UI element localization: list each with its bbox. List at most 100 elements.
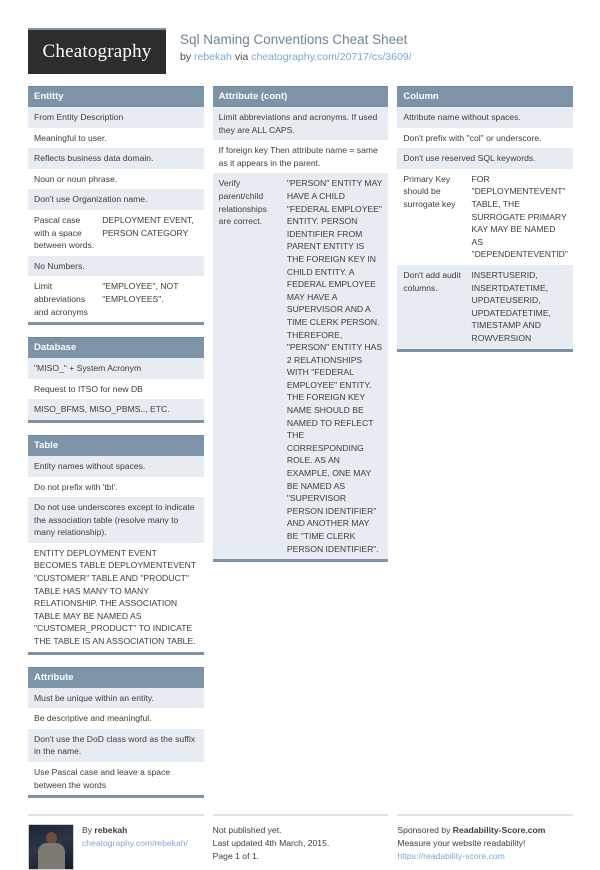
cheatsheet-page: Cheatography Sql Naming Conventions Chea… bbox=[28, 28, 574, 870]
section-header: Entitty bbox=[28, 86, 204, 107]
row-value: FOR "DEPLOYMENTEVENT" TABLE, THE SURROGA… bbox=[471, 173, 568, 260]
table-row: Attribute name without spaces. bbox=[397, 107, 574, 128]
section-header: Table bbox=[28, 434, 204, 456]
table-row: ENTITY DEPLOYMENT EVENT BECOMES TABLE DE… bbox=[28, 542, 204, 652]
table-row: Meaningful to user. bbox=[28, 127, 204, 149]
footer-by-prefix: By bbox=[82, 825, 95, 836]
row-text: Don't use the DoD class word as the suff… bbox=[34, 733, 196, 757]
table-row: MISO_BFMS, MISO_PBMS.., ETC. bbox=[28, 399, 204, 420]
row-text: MISO_BFMS, MISO_PBMS.., ETC. bbox=[34, 404, 170, 415]
row-label: Pascal case with a space between words. bbox=[34, 214, 95, 251]
sponsor-line: Sponsored by Readability-Score.com bbox=[397, 824, 545, 837]
sponsor-url[interactable]: https://readability-score.com bbox=[397, 850, 545, 863]
table-row: Must be unique within an entity. bbox=[28, 687, 204, 709]
table-row: Don't prefix with "col" or underscore. bbox=[397, 127, 574, 149]
table-row: If foreign key Then attribute name = sam… bbox=[212, 140, 389, 174]
table-row: Use Pascal case and leave a space betwee… bbox=[28, 762, 204, 796]
row-label: Primary Key should be surrogate key bbox=[403, 173, 456, 209]
row-text: Noun or noun phrase. bbox=[34, 173, 118, 184]
row-text: "MISO_" + System Acronym bbox=[34, 363, 142, 374]
section-block: Entitty From Entity Description Meaningful… bbox=[28, 86, 204, 326]
table-row: Entity names without spaces. bbox=[28, 455, 204, 477]
sponsor-name[interactable]: Readability-Score.com bbox=[453, 825, 546, 835]
row-text: No Numbers. bbox=[34, 260, 85, 271]
section-header: Attribute (cont) bbox=[212, 86, 389, 107]
section-header: Column bbox=[397, 86, 574, 107]
table-row: Primary Key should be surrogate key FOR "… bbox=[397, 168, 574, 265]
row-text: Do not use underscores except to indicat… bbox=[34, 502, 195, 538]
footer-author-url[interactable]: cheatography.com/rebekah/ bbox=[82, 837, 188, 850]
row-value: "PERSON" ENTITY MAY HAVE A CHILD "FEDERA… bbox=[286, 178, 383, 554]
sponsor-tagline: Measure your website readability! bbox=[397, 838, 526, 849]
row-text: Be descriptive and meaningful. bbox=[34, 713, 152, 724]
byline-prefix: by bbox=[180, 51, 195, 63]
table-row: Be descriptive and meaningful. bbox=[28, 708, 204, 729]
footer-author-meta: By rebekah cheatography.com/rebekah/ bbox=[82, 824, 188, 870]
section-block: Table Entity names without spaces. Do not … bbox=[28, 434, 204, 655]
section-block: Column Attribute name without spaces. Don'… bbox=[397, 86, 574, 352]
section-block: Attribute (cont) Limit abbreviations and … bbox=[212, 86, 389, 563]
table-row: From Entity Description bbox=[28, 107, 204, 128]
byline: by rebekah via cheatography.com/20717/cs… bbox=[180, 50, 412, 65]
row-value: "EMPLOYEE", NOT "EMPLOYEES". bbox=[102, 281, 179, 304]
publish-status: Not published yet. bbox=[212, 825, 282, 836]
table-row: Don't use Organization name. bbox=[28, 189, 204, 210]
row-value: INSERTUSERID, INSERTDATETIME, UPDATEUSER… bbox=[471, 269, 551, 343]
avatar bbox=[28, 824, 74, 870]
row-text: Must be unique within an entity. bbox=[34, 692, 154, 703]
row-text: Don't use Organization name. bbox=[34, 194, 148, 205]
table-row: Reflects business data domain. bbox=[28, 148, 204, 169]
page-count: Page 1 of 1. bbox=[212, 851, 260, 862]
footer-author: By rebekah cheatography.com/rebekah/ bbox=[28, 814, 204, 870]
title-block: Sql Naming Conventions Cheat Sheet by re… bbox=[180, 28, 412, 65]
cheatsheet-columns: Entitty From Entity Description Meaningful… bbox=[28, 86, 574, 810]
row-label: Don't add audit columns. bbox=[403, 269, 461, 293]
section-header: Database bbox=[28, 337, 204, 359]
table-row: Noun or noun phrase. bbox=[28, 168, 204, 190]
avatar-body bbox=[38, 843, 65, 870]
table-row: Don't add audit columns. INSERTUSERID, IN… bbox=[397, 264, 574, 349]
table-row: Do not prefix with 'tbl'. bbox=[28, 476, 204, 498]
page-header: Cheatography Sql Naming Conventions Chea… bbox=[28, 28, 573, 76]
row-label: Verify parent/child relationships are co… bbox=[218, 178, 267, 227]
footer-publish: Not published yet. Last updated 4th Marc… bbox=[212, 814, 389, 870]
table-row: Don't use reserved SQL keywords. bbox=[397, 148, 574, 169]
row-text: ENTITY DEPLOYMENT EVENT BECOMES TABLE DE… bbox=[34, 547, 196, 647]
row-text: Request to ITSO for new DB bbox=[34, 383, 143, 394]
footer-author-name: rebekah bbox=[94, 825, 128, 836]
row-text: Entity names without spaces. bbox=[34, 460, 146, 471]
cheatography-logo[interactable]: Cheatography bbox=[28, 28, 166, 74]
table-row: Limit abbreviations and acronyms. If use… bbox=[212, 107, 389, 141]
section-block: Attribute Must be unique within an entity… bbox=[28, 666, 204, 799]
row-text: Use Pascal case and leave a space betwee… bbox=[34, 767, 171, 790]
row-text: Reflects business data domain. bbox=[34, 153, 154, 164]
last-updated: Last updated 4th March, 2015. bbox=[212, 838, 330, 849]
source-url-link[interactable]: cheatography.com/20717/cs/3609/ bbox=[251, 51, 411, 63]
row-text: Don't prefix with "col" or underscore. bbox=[403, 132, 542, 143]
author-link[interactable]: rebekah bbox=[194, 51, 232, 63]
row-text: Limit abbreviations and acronyms. If use… bbox=[218, 112, 378, 135]
column-1: Entitty From Entity Description Meaningful… bbox=[28, 86, 204, 810]
footer-publish-meta: Not published yet. Last updated 4th Marc… bbox=[213, 824, 330, 870]
page-footer: By rebekah cheatography.com/rebekah/ Not… bbox=[28, 814, 574, 870]
table-row: Pascal case with a space between words. D… bbox=[28, 209, 204, 256]
row-text: Don't use reserved SQL keywords. bbox=[403, 153, 536, 164]
row-label: Limit abbreviations and acronyms bbox=[34, 281, 88, 317]
table-row: "MISO_" + System Acronym bbox=[28, 358, 204, 379]
footer-sponsor-meta: Sponsored by Readability-Score.com Measu… bbox=[397, 824, 545, 870]
page-title: Sql Naming Conventions Cheat Sheet bbox=[180, 32, 408, 47]
table-row: Request to ITSO for new DB bbox=[28, 378, 204, 400]
table-row: Do not use underscores except to indicat… bbox=[28, 497, 204, 543]
column-3: Column Attribute name without spaces. Don'… bbox=[397, 86, 574, 364]
sponsor-prefix: Sponsored by bbox=[397, 825, 453, 836]
table-row: Don't use the DoD class word as the suff… bbox=[28, 728, 204, 762]
table-row: No Numbers. bbox=[28, 255, 204, 277]
row-text: Meaningful to user. bbox=[34, 132, 107, 143]
row-text: Attribute name without spaces. bbox=[403, 112, 521, 122]
row-value: DEPLOYMENT EVENT, PERSON CATEGORY bbox=[102, 214, 194, 238]
column-2: Attribute (cont) Limit abbreviations and … bbox=[212, 86, 389, 574]
row-text: If foreign key Then attribute name = sam… bbox=[218, 145, 378, 168]
section-block: Database "MISO_" + System Acronym Request … bbox=[28, 337, 204, 423]
section-header: Attribute bbox=[28, 666, 204, 688]
row-text: From Entity Description bbox=[34, 112, 124, 122]
